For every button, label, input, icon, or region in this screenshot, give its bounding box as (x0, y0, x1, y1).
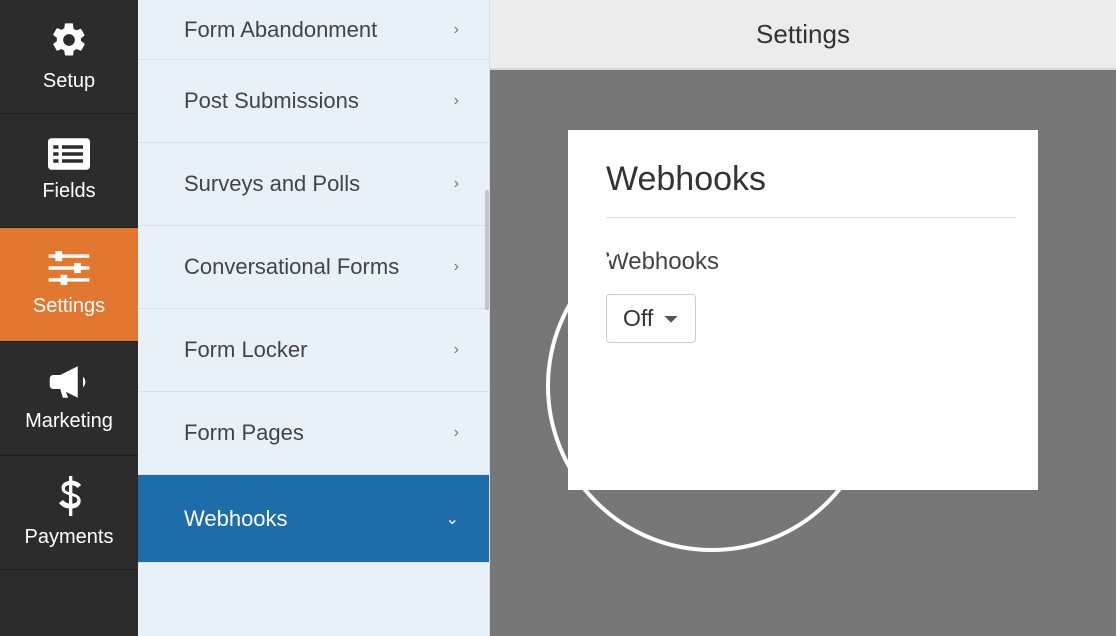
submenu-item-post-submissions[interactable]: Post Submissions › (138, 60, 489, 143)
nav-item-payments[interactable]: Payments (0, 456, 138, 570)
submenu-item-surveys-polls[interactable]: Surveys and Polls › (138, 143, 489, 226)
primary-nav: Setup Fields Settings Marketing Payments (0, 0, 138, 636)
divider (606, 217, 1016, 218)
settings-submenu: Form Abandonment › Post Submissions › Su… (138, 0, 490, 636)
chevron-right-icon: › (454, 92, 459, 110)
webhooks-panel: Webhooks Webhooks Off (568, 130, 1038, 490)
app-root: Setup Fields Settings Marketing Payments (0, 0, 1116, 636)
chevron-down-icon: ⌄ (446, 509, 459, 529)
submenu-item-label: Form Abandonment (184, 17, 377, 43)
chevron-right-icon: › (454, 258, 459, 276)
nav-item-label: Settings (33, 295, 105, 318)
scrollbar-thumb[interactable] (485, 190, 489, 310)
main-area: Settings Webhooks Webhooks Off (490, 0, 1116, 636)
bullhorn-icon (48, 364, 90, 400)
list-icon (48, 138, 90, 170)
chevron-right-icon: › (454, 341, 459, 359)
chevron-down-icon (663, 305, 679, 332)
page-title: Settings (756, 19, 850, 50)
submenu-item-label: Surveys and Polls (184, 171, 360, 197)
nav-item-marketing[interactable]: Marketing (0, 342, 138, 456)
dropdown-value: Off (623, 305, 653, 332)
submenu-item-label: Form Locker (184, 337, 307, 363)
submenu-item-form-abandonment[interactable]: Form Abandonment › (138, 0, 489, 60)
submenu-item-label: Webhooks (184, 506, 288, 532)
content-stage: Webhooks Webhooks Off (490, 70, 1116, 636)
gear-icon (49, 20, 89, 60)
chevron-right-icon: › (454, 175, 459, 193)
nav-item-settings[interactable]: Settings (0, 228, 138, 342)
chevron-right-icon: › (454, 424, 459, 442)
submenu-item-label: Form Pages (184, 420, 304, 446)
submenu-item-webhooks[interactable]: Webhooks ⌄ (138, 475, 489, 563)
page-header: Settings (490, 0, 1116, 70)
webhooks-toggle-dropdown[interactable]: Off (606, 294, 696, 343)
submenu-item-label: Conversational Forms (184, 254, 399, 280)
sliders-icon (48, 251, 90, 285)
submenu-item-conversational-forms[interactable]: Conversational Forms › (138, 226, 489, 309)
nav-item-setup[interactable]: Setup (0, 0, 138, 114)
chevron-right-icon: › (454, 21, 459, 39)
nav-spacer (0, 570, 138, 636)
panel-title: Webhooks (606, 160, 1000, 199)
submenu-item-label: Post Submissions (184, 88, 359, 114)
nav-item-fields[interactable]: Fields (0, 114, 138, 228)
dollar-icon (56, 476, 82, 516)
nav-item-label: Payments (25, 526, 114, 549)
nav-item-label: Fields (42, 180, 95, 203)
nav-item-label: Setup (43, 70, 95, 93)
field-label-webhooks: Webhooks (606, 248, 1000, 276)
nav-item-label: Marketing (25, 410, 113, 433)
submenu-item-form-locker[interactable]: Form Locker › (138, 309, 489, 392)
submenu-item-form-pages[interactable]: Form Pages › (138, 392, 489, 475)
